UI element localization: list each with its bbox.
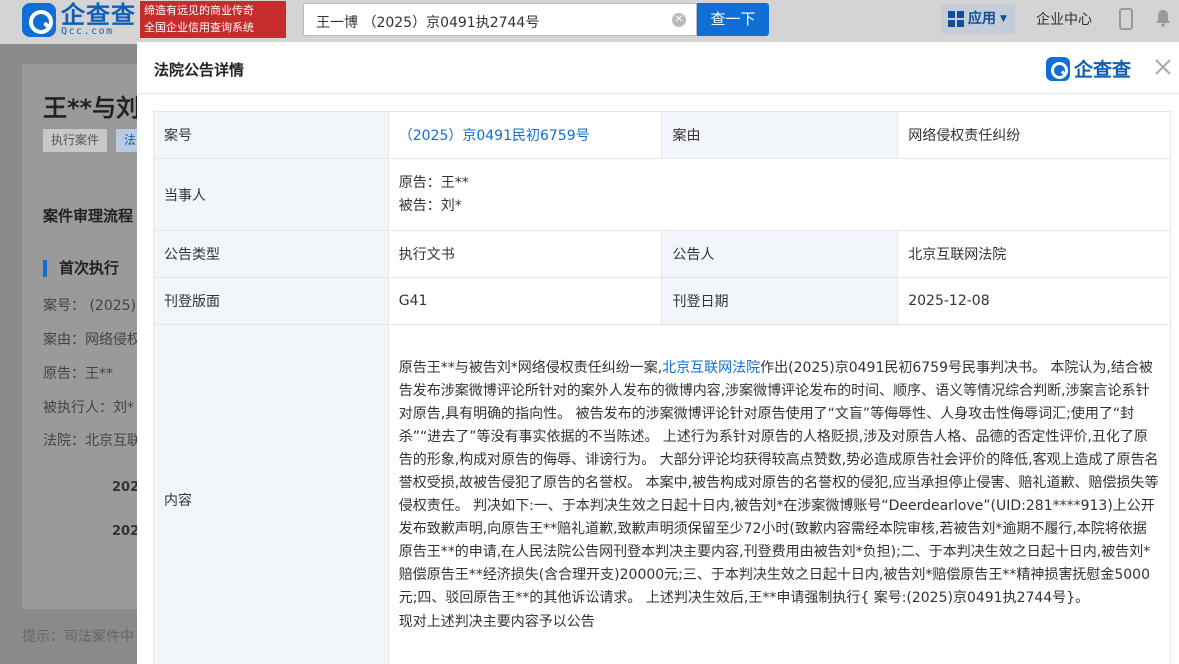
background-first-exec: 首次执行 [43, 260, 119, 277]
content-tail: 现对上述判决主要内容予以公告 [398, 614, 595, 630]
background-row-court: 法院：北京互联 [43, 433, 141, 449]
court-notice-modal: 法院公告详情 企查查 案号 （2025）京0491民初6759号 案由 网络侵权… [137, 42, 1179, 664]
enterprise-center-link[interactable]: 企业中心 [1036, 9, 1092, 29]
table-row: 当事人 原告：王** 被告：刘* [153, 158, 1172, 231]
search-button[interactable]: 查一下 [697, 3, 769, 36]
content-after-link: 作出(2025)京0491民初6759号民事判决书。 本院认为,结合被告发布涉案… [398, 360, 1159, 606]
case-no-link[interactable]: （2025）京0491民初6759号 [399, 128, 590, 144]
defendant-value: 被告：刘* [398, 197, 462, 214]
slogan-line-2: 全国企业信用查询系统 [144, 21, 254, 34]
cause-value: 网络侵权责任纠纷 [897, 111, 1171, 159]
background-row-executee: 被执行人：刘* [43, 400, 134, 416]
apps-menu-button[interactable]: 应用 ▼ [941, 4, 1015, 34]
content-label: 内容 [153, 324, 389, 664]
parties-cell: 原告：王** 被告：刘* [387, 158, 1172, 231]
slogan-banner: 缔造有远见的商业传奇 全国企业信用查询系统 [140, 1, 286, 38]
modal-logo: 企查查 [1046, 55, 1131, 82]
mobile-phone-icon[interactable] [1119, 8, 1133, 30]
clear-icon[interactable]: ✕ [672, 13, 686, 27]
search-input-value: 王一博 （2025）京0491执2744号 [316, 15, 540, 31]
content-text: 原告王**与被告刘*网络侵权责任纠纷一案,北京互联网法院作出(2025)京049… [399, 325, 1160, 634]
background-row-case-no: 案号： (2025) [43, 298, 137, 314]
modal-logo-text: 企查查 [1074, 59, 1132, 81]
table-row: 案号 （2025）京0491民初6759号 案由 网络侵权责任纠纷 [153, 111, 1171, 159]
notice-type-label: 公告类型 [153, 230, 389, 278]
court-link[interactable]: 北京互联网法院 [662, 360, 760, 376]
notice-detail-table: 案号 （2025）京0491民初6759号 案由 网络侵权责任纠纷 当事人 原告… [153, 111, 1172, 664]
chevron-down-icon: ▼ [1000, 14, 1007, 24]
announcer-label: 公告人 [661, 230, 899, 278]
cause-label: 案由 [661, 111, 899, 159]
plaintiff-value: 原告：王** [398, 174, 469, 191]
background-row-plaintiff: 原告：王** [43, 366, 113, 382]
qcc-logo-icon [22, 3, 56, 37]
background-row-cause: 案由：网络侵权 [43, 332, 141, 348]
background-section-title: 案件审理流程 [43, 207, 134, 225]
qcc-logo-icon [1046, 56, 1070, 81]
modal-title: 法院公告详情 [154, 61, 245, 79]
publish-date-value: 2025-12-08 [897, 277, 1171, 325]
qcc-logo[interactable]: 企查查 Qcc.com [22, 3, 136, 37]
logo-cn-text: 企查查 [61, 1, 136, 29]
publish-date-label: 刊登日期 [661, 277, 899, 325]
content-before-link: 原告王**与被告刘*网络侵权责任纠纷一案, [398, 360, 663, 376]
publish-page-label: 刊登版面 [153, 277, 389, 325]
background-tag-execution: 执行案件 [43, 129, 108, 152]
search-input[interactable]: 王一博 （2025）京0491执2744号 ✕ [303, 3, 697, 36]
case-no-label: 案号 [153, 111, 389, 159]
case-no-cell: （2025）京0491民初6759号 [387, 111, 663, 159]
weibo-watermark: 微博 [1012, 642, 1041, 657]
modal-header: 法院公告详情 企查查 [137, 42, 1179, 94]
apps-label: 应用 [968, 11, 996, 27]
table-row: 刊登版面 G41 刊登日期 2025-12-08 [153, 277, 1171, 325]
close-icon[interactable] [1153, 57, 1173, 77]
publish-page-value: G41 [387, 277, 663, 325]
bell-icon[interactable] [1155, 9, 1171, 27]
parties-label: 当事人 [153, 158, 389, 231]
background-tip: 提示：司法案件中 [22, 629, 134, 645]
content-cell: 原告王**与被告刘*网络侵权责任纠纷一案,北京互联网法院作出(2025)京049… [387, 324, 1172, 664]
grid-icon [948, 11, 964, 27]
top-bar: 企查查 Qcc.com 缔造有远见的商业传奇 全国企业信用查询系统 王一博 （2… [0, 0, 1179, 44]
table-row: 公告类型 执行文书 公告人 北京互联网法院 [153, 230, 1171, 278]
notice-type-value: 执行文书 [387, 230, 663, 278]
announcer-value: 北京互联网法院 [897, 230, 1171, 278]
slogan-line-1: 缔造有远见的商业传奇 [144, 4, 254, 17]
table-row: 内容 原告王**与被告刘*网络侵权责任纠纷一案,北京互联网法院作出(2025)京… [153, 324, 1172, 664]
